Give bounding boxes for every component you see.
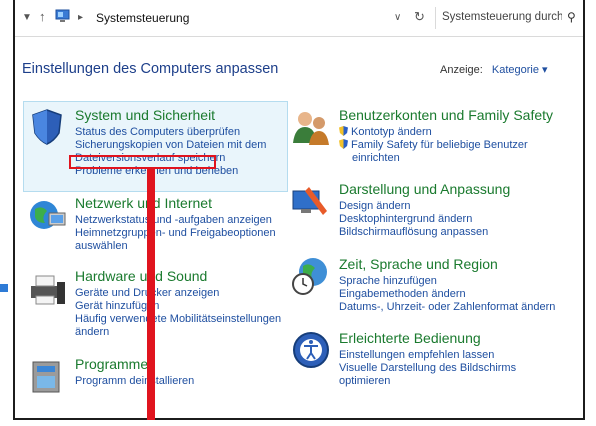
link-mobility[interactable]: Häufig verwendete Mobilitätseinstellunge… (75, 313, 281, 326)
link-check-status[interactable]: Status des Computers überprüfen (75, 126, 266, 139)
link-input-methods[interactable]: Eingabemethoden ändern (339, 288, 555, 301)
printer-icon (27, 268, 67, 308)
link-account-type[interactable]: Kontotyp ändern (339, 126, 553, 139)
chevron-down-icon[interactable]: ▼ (22, 12, 32, 23)
clock-globe-icon (291, 256, 331, 296)
programs-icon (27, 356, 67, 396)
link-recommend-settings[interactable]: Einstellungen empfehlen lassen (339, 349, 516, 362)
category-title[interactable]: Netzwerk und Internet (75, 195, 276, 212)
link-resolution[interactable]: Bildschirmauflösung anpassen (339, 226, 510, 239)
globe-icon (27, 195, 67, 235)
breadcrumb-path[interactable]: Systemsteuerung (96, 11, 189, 25)
category-title[interactable]: Zeit, Sprache und Region (339, 256, 555, 273)
link-uninstall[interactable]: Programm deinstallieren (75, 375, 194, 388)
link-theme[interactable]: Design ändern (339, 200, 510, 213)
link-desktop-bg[interactable]: Desktophintergrund ändern (339, 213, 510, 226)
shield-icon (27, 107, 67, 147)
category-title[interactable]: Darstellung und Anpassung (339, 181, 510, 198)
search-box[interactable]: ⚲ (435, 7, 580, 29)
link-backup[interactable]: Sicherungskopien von Dateien mit dem (75, 139, 266, 152)
page-title: Einstellungen des Computers anpassen (22, 61, 279, 77)
address-bar: ▼ ↑ ▸ Systemsteuerung ∨ ↻ ⚲ (15, 0, 583, 37)
link-homegroup-cont[interactable]: auswählen (75, 240, 276, 253)
search-icon[interactable]: ⚲ (567, 10, 576, 24)
link-family-safety-cont[interactable]: einrichten (339, 152, 553, 165)
link-visual-display[interactable]: Visuelle Darstellung des Bildschirms (339, 362, 516, 375)
category-title[interactable]: Erleichterte Bedienung (339, 330, 516, 347)
category-title[interactable]: Programme (75, 356, 194, 373)
appearance-icon (291, 181, 331, 221)
link-add-language[interactable]: Sprache hinzufügen (339, 275, 555, 288)
accessibility-icon (291, 330, 331, 370)
history-dropdown-icon[interactable]: ∨ (394, 12, 401, 23)
annotation-arrow-bar (147, 169, 155, 420)
link-mobility-cont[interactable]: ändern (75, 326, 281, 339)
link-add-device[interactable]: Gerät hinzufügen (75, 300, 281, 313)
link-homegroup[interactable]: Heimnetzgruppen- und Freigabeoptionen (75, 227, 276, 240)
annotation-edge-marker (0, 284, 8, 292)
category-title[interactable]: System und Sicherheit (75, 107, 266, 124)
link-family-safety[interactable]: Family Safety für beliebige Benutzer (339, 139, 553, 152)
refresh-icon[interactable]: ↻ (414, 9, 425, 25)
view-dropdown[interactable]: Kategorie ▾ (492, 64, 548, 76)
view-selector: Anzeige: Kategorie ▾ (440, 63, 548, 76)
control-panel-window: ▼ ↑ ▸ Systemsteuerung ∨ ↻ ⚲ Einstellunge… (13, 0, 585, 420)
search-input[interactable] (442, 10, 562, 24)
up-arrow-icon[interactable]: ↑ (39, 9, 46, 24)
link-date-format[interactable]: Datums-, Uhrzeit- oder Zahlenformat ände… (339, 301, 555, 314)
category-title[interactable]: Hardware und Sound (75, 268, 281, 285)
link-network-status[interactable]: Netzwerkstatus und -aufgaben anzeigen (75, 214, 276, 227)
view-label: Anzeige: (440, 64, 483, 76)
annotation-highlight-box (69, 155, 216, 169)
category-title[interactable]: Benutzerkonten und Family Safety (339, 107, 553, 124)
link-devices-printers[interactable]: Geräte und Drucker anzeigen (75, 287, 281, 300)
users-icon (291, 107, 331, 147)
control-panel-icon (55, 9, 70, 23)
link-visual-display-cont[interactable]: optimieren (339, 375, 516, 388)
breadcrumb-separator-icon: ▸ (78, 12, 84, 23)
